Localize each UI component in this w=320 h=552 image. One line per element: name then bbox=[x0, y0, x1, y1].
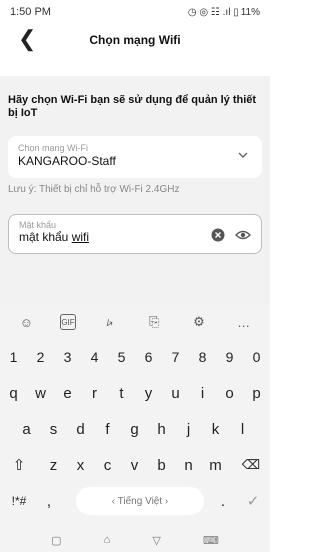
symbols-key[interactable]: !*# bbox=[4, 484, 34, 518]
emoji-icon[interactable]: ☺ bbox=[15, 311, 37, 333]
battery-level: 11% bbox=[240, 6, 260, 18]
key-x[interactable]: x bbox=[67, 448, 94, 482]
keyboard-row-3: ⇧ ⌫ zxcvbnm bbox=[0, 448, 270, 482]
comma-key[interactable]: , bbox=[38, 484, 60, 518]
back-arrow-icon[interactable]: ❮ bbox=[18, 26, 36, 52]
settings-icon[interactable]: ⚙ bbox=[188, 311, 210, 333]
recents-icon[interactable]: ▢ bbox=[51, 534, 61, 547]
key-b[interactable]: b bbox=[148, 448, 175, 482]
keyboard-bottom-row: !*# , ‹ Tiếng Việt › . ✓ bbox=[0, 484, 270, 518]
clear-icon[interactable] bbox=[211, 228, 225, 242]
system-nav-bar: ▢ ⌂ ▽ ⌨ bbox=[0, 528, 270, 552]
key-w[interactable]: w bbox=[27, 376, 54, 410]
key-g[interactable]: g bbox=[121, 412, 148, 446]
password-field-value[interactable]: mật khẩu wifi bbox=[19, 230, 89, 244]
keyboard-switch-icon[interactable]: ⌨ bbox=[203, 534, 219, 547]
key-a[interactable]: a bbox=[13, 412, 40, 446]
status-bar: 1:50 PM ◷ ◎ ☷ .ıl ▯ 11% bbox=[0, 0, 270, 24]
key-9[interactable]: 9 bbox=[216, 340, 243, 374]
key-4[interactable]: 4 bbox=[81, 340, 108, 374]
key-r[interactable]: r bbox=[81, 376, 108, 410]
main-content: Hãy chọn Wi-Fi bạn sẽ sử dụng để quản lý… bbox=[0, 76, 270, 304]
key-h[interactable]: h bbox=[148, 412, 175, 446]
keyboard-number-row: 1234567890 bbox=[0, 340, 270, 374]
key-j[interactable]: j bbox=[175, 412, 202, 446]
keyboard-toolbar: ☺ GIF ⭟ ⎘ ⚙ … bbox=[0, 304, 270, 340]
backspace-key[interactable]: ⌫ bbox=[236, 448, 266, 482]
key-i[interactable]: i bbox=[189, 376, 216, 410]
key-s[interactable]: s bbox=[40, 412, 67, 446]
key-7[interactable]: 7 bbox=[162, 340, 189, 374]
shift-key[interactable]: ⇧ bbox=[4, 448, 34, 482]
key-c[interactable]: c bbox=[94, 448, 121, 482]
page-title: Chọn mạng Wifi bbox=[89, 33, 181, 47]
password-field-caption: Mật khẩu bbox=[19, 220, 57, 230]
enter-key[interactable]: ✓ bbox=[240, 484, 266, 518]
key-u[interactable]: u bbox=[162, 376, 189, 410]
key-e[interactable]: e bbox=[54, 376, 81, 410]
key-5[interactable]: 5 bbox=[108, 340, 135, 374]
status-time: 1:50 PM bbox=[10, 6, 51, 18]
key-o[interactable]: o bbox=[216, 376, 243, 410]
wifi-note: Lưu ý: Thiết bị chỉ hỗ trợ Wi-Fi 2.4GHz bbox=[8, 184, 180, 195]
password-field[interactable]: Mật khẩu mật khẩu wifi bbox=[8, 214, 262, 254]
key-6[interactable]: 6 bbox=[135, 340, 162, 374]
gif-icon[interactable]: GIF bbox=[59, 314, 76, 330]
more-icon[interactable]: … bbox=[233, 311, 255, 333]
status-icons: ◷ ◎ ☷ .ıl ▯ 11% bbox=[188, 7, 260, 18]
sticker-icon[interactable]: ⭟ bbox=[99, 311, 121, 333]
chevron-down-icon[interactable] bbox=[236, 148, 250, 162]
key-t[interactable]: t bbox=[108, 376, 135, 410]
password-value-suffix: wifi bbox=[71, 230, 90, 244]
key-2[interactable]: 2 bbox=[27, 340, 54, 374]
mic-icon[interactable]: ⎘ bbox=[143, 311, 165, 333]
key-k[interactable]: k bbox=[202, 412, 229, 446]
app-bar: ❮ Chọn mạng Wifi bbox=[0, 24, 270, 56]
key-p[interactable]: p bbox=[243, 376, 270, 410]
key-z[interactable]: z bbox=[40, 448, 67, 482]
key-v[interactable]: v bbox=[121, 448, 148, 482]
key-m[interactable]: m bbox=[202, 448, 229, 482]
wifi-select-field[interactable]: Chọn mạng Wi-Fi KANGAROO-Staff bbox=[8, 136, 262, 178]
period-key[interactable]: . bbox=[212, 484, 234, 518]
instruction-text: Hãy chọn Wi-Fi bạn sẽ sử dụng để quản lý… bbox=[8, 94, 257, 119]
key-d[interactable]: d bbox=[67, 412, 94, 446]
key-q[interactable]: q bbox=[0, 376, 27, 410]
password-value-prefix: mật khẩu bbox=[19, 230, 72, 244]
space-key[interactable]: ‹ Tiếng Việt › bbox=[76, 487, 204, 515]
keyboard-row-2: asdfghjkl bbox=[0, 412, 270, 446]
status-icons-glyphs: ◷ ◎ ☷ .ıl ▯ bbox=[187, 6, 239, 18]
on-screen-keyboard: ☺ GIF ⭟ ⎘ ⚙ … 1234567890 qwertyuiop asdf… bbox=[0, 304, 270, 528]
key-f[interactable]: f bbox=[94, 412, 121, 446]
back-nav-icon[interactable]: ▽ bbox=[152, 534, 160, 547]
key-8[interactable]: 8 bbox=[189, 340, 216, 374]
key-n[interactable]: n bbox=[175, 448, 202, 482]
wifi-field-value: KANGAROO-Staff bbox=[18, 154, 116, 168]
key-3[interactable]: 3 bbox=[54, 340, 81, 374]
eye-icon[interactable] bbox=[235, 228, 251, 242]
wifi-field-caption: Chọn mạng Wi-Fi bbox=[18, 143, 89, 153]
key-l[interactable]: l bbox=[229, 412, 256, 446]
key-y[interactable]: y bbox=[135, 376, 162, 410]
key-1[interactable]: 1 bbox=[0, 340, 27, 374]
home-icon[interactable]: ⌂ bbox=[104, 534, 111, 546]
key-0[interactable]: 0 bbox=[243, 340, 270, 374]
keyboard-row-1: qwertyuiop bbox=[0, 376, 270, 410]
